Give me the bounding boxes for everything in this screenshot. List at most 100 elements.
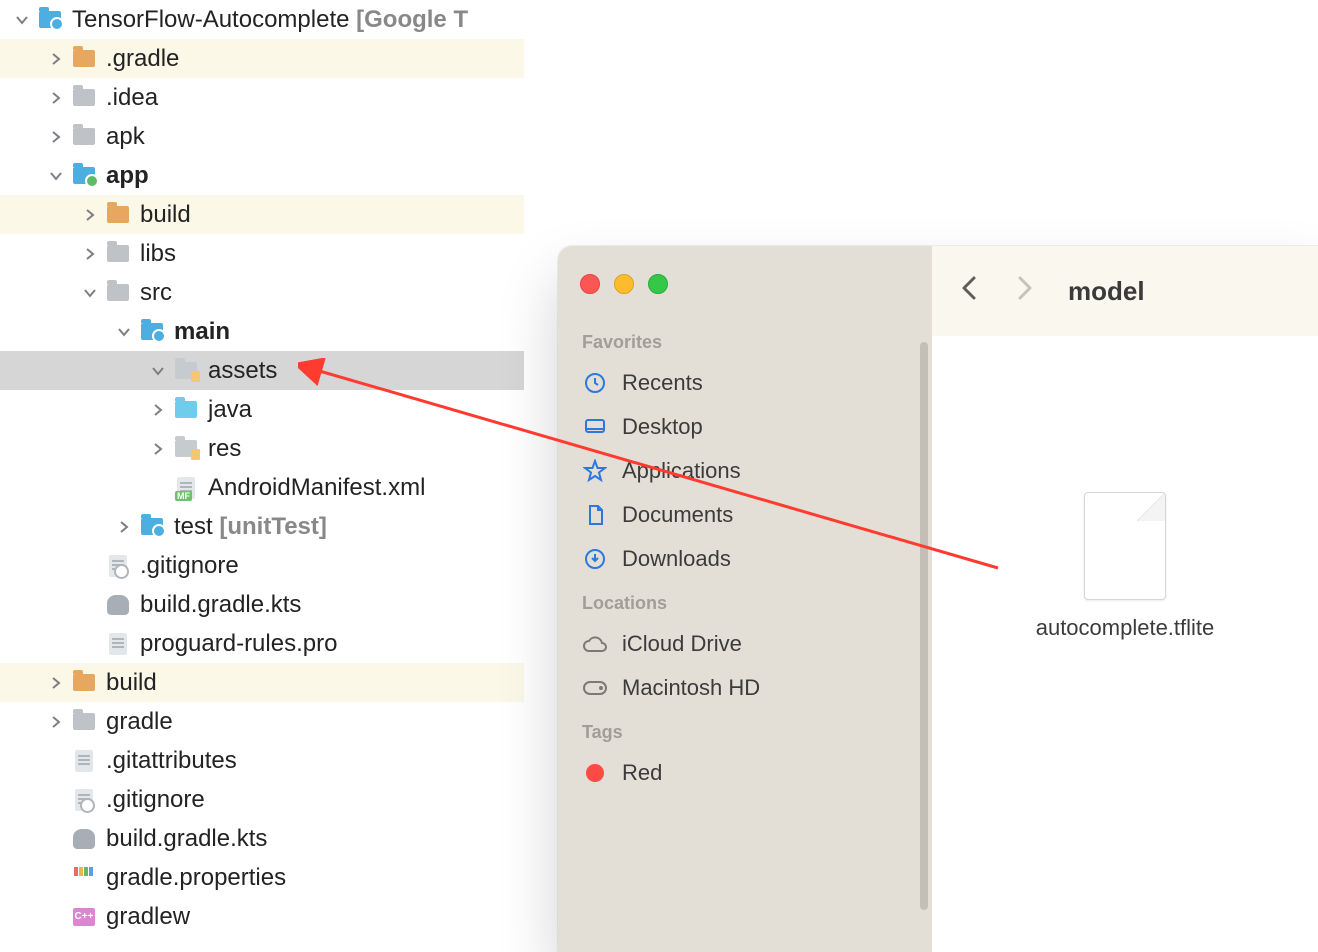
gradle-file-icon	[106, 594, 130, 616]
sidebar-item-downloads[interactable]: Downloads	[580, 537, 910, 581]
tree-item-manifest[interactable]: AndroidManifest.xml	[0, 468, 524, 507]
sidebar-item-tag-red[interactable]: Red	[580, 751, 910, 795]
chevron-down-icon[interactable]	[148, 361, 168, 381]
chevron-right-icon[interactable]	[148, 439, 168, 459]
tree-item-buildgradle2[interactable]: build.gradle.kts	[0, 819, 524, 858]
tree-item-gradleproperties[interactable]: gradle.properties	[0, 858, 524, 897]
tree-item-gradlew[interactable]: C++ gradlew	[0, 897, 524, 936]
tree-item-res[interactable]: res	[0, 429, 524, 468]
folder-icon	[72, 48, 96, 70]
tree-item-gradle2[interactable]: gradle	[0, 702, 524, 741]
finder-title: model	[1068, 276, 1145, 307]
folder-icon	[106, 282, 130, 304]
download-icon	[582, 546, 608, 572]
tree-item-main[interactable]: main	[0, 312, 524, 351]
minimize-window-icon[interactable]	[614, 274, 634, 294]
sidebar-section-favorites: Favorites	[582, 332, 910, 353]
tree-item-src[interactable]: src	[0, 273, 524, 312]
sidebar-item-macintosh[interactable]: Macintosh HD	[580, 666, 910, 710]
tree-item-label: proguard-rules.pro	[140, 630, 337, 658]
close-window-icon[interactable]	[580, 274, 600, 294]
tree-item-label: .gitignore	[106, 786, 205, 814]
tree-item-assets[interactable]: assets	[0, 351, 524, 390]
folder-icon	[106, 204, 130, 226]
tree-item-java[interactable]: java	[0, 390, 524, 429]
chevron-right-icon[interactable]	[46, 49, 66, 69]
sidebar-item-desktop[interactable]: Desktop	[580, 405, 910, 449]
text-file-icon	[72, 750, 96, 772]
tree-item-label: main	[174, 318, 230, 346]
chevron-right-icon[interactable]	[46, 712, 66, 732]
app-module-icon	[72, 165, 96, 187]
tree-item-label: gradlew	[106, 903, 190, 931]
chevron-right-icon[interactable]	[80, 205, 100, 225]
chevron-down-icon[interactable]	[114, 322, 134, 342]
tree-item-gitignore[interactable]: .gitignore	[0, 546, 524, 585]
chevron-right-icon[interactable]	[46, 127, 66, 147]
scrollbar-icon[interactable]	[920, 342, 928, 910]
project-tree[interactable]: TensorFlow-Autocomplete [Google T .gradl…	[0, 0, 524, 936]
tree-item-idea[interactable]: .idea	[0, 78, 524, 117]
tree-item-label: res	[208, 435, 241, 463]
tree-item-label: build.gradle.kts	[140, 591, 301, 619]
tree-item-apk[interactable]: apk	[0, 117, 524, 156]
maximize-window-icon[interactable]	[648, 274, 668, 294]
chevron-right-icon[interactable]	[46, 88, 66, 108]
chevron-right-icon[interactable]	[80, 244, 100, 264]
desktop-icon	[582, 414, 608, 440]
sidebar-item-documents[interactable]: Documents	[580, 493, 910, 537]
tree-item-buildgradle[interactable]: build.gradle.kts	[0, 585, 524, 624]
tree-item-gradle[interactable]: .gradle	[0, 39, 524, 78]
applications-icon	[582, 458, 608, 484]
chevron-right-icon[interactable]	[148, 400, 168, 420]
tree-item-label: gradle	[106, 708, 173, 736]
tree-item-label: .gitignore	[140, 552, 239, 580]
finder-main: model autocomplete.tflite	[932, 246, 1318, 952]
file-label: autocomplete.tflite	[1036, 614, 1215, 643]
file-item[interactable]: autocomplete.tflite	[1005, 492, 1245, 952]
module-folder-icon	[140, 516, 164, 538]
tree-item-label: java	[208, 396, 252, 424]
tree-item-label: .idea	[106, 84, 158, 112]
sidebar-item-label: Macintosh HD	[622, 675, 760, 701]
tree-item-label: gradle.properties	[106, 864, 286, 892]
back-button[interactable]	[960, 274, 980, 309]
tree-item-label: test [unitTest]	[174, 513, 327, 541]
tree-item-label: libs	[140, 240, 176, 268]
tree-item-label: .gradle	[106, 45, 179, 73]
chevron-down-icon[interactable]	[46, 166, 66, 186]
properties-file-icon	[72, 867, 96, 889]
java-folder-icon	[174, 399, 198, 421]
cloud-icon	[582, 631, 608, 657]
tree-item-libs[interactable]: libs	[0, 234, 524, 273]
finder-window[interactable]: Favorites Recents Desktop Applications D…	[558, 246, 1318, 952]
tree-item-gitattributes[interactable]: .gitattributes	[0, 741, 524, 780]
folder-icon	[72, 711, 96, 733]
sidebar-item-applications[interactable]: Applications	[580, 449, 910, 493]
tree-item-app[interactable]: app	[0, 156, 524, 195]
sidebar-item-icloud[interactable]: iCloud Drive	[580, 622, 910, 666]
tree-item-test[interactable]: test [unitTest]	[0, 507, 524, 546]
chevron-down-icon[interactable]	[12, 10, 32, 30]
cpp-file-icon: C++	[72, 906, 96, 928]
resources-folder-icon	[174, 438, 198, 460]
folder-icon	[106, 243, 130, 265]
finder-content[interactable]: autocomplete.tflite	[932, 336, 1318, 952]
tree-item-label: src	[140, 279, 172, 307]
sidebar-item-label: Documents	[622, 502, 733, 528]
tree-item-build[interactable]: build	[0, 195, 524, 234]
tree-item-proguard[interactable]: proguard-rules.pro	[0, 624, 524, 663]
chevron-right-icon[interactable]	[114, 517, 134, 537]
folder-icon	[72, 672, 96, 694]
sidebar-item-label: Red	[622, 760, 662, 786]
chevron-right-icon[interactable]	[46, 673, 66, 693]
sidebar-item-recents[interactable]: Recents	[580, 361, 910, 405]
tree-item-gitignore2[interactable]: .gitignore	[0, 780, 524, 819]
forward-button[interactable]	[1014, 274, 1034, 309]
sidebar-item-label: iCloud Drive	[622, 631, 742, 657]
chevron-down-icon[interactable]	[80, 283, 100, 303]
resources-folder-icon	[174, 360, 198, 382]
tree-item-build2[interactable]: build	[0, 663, 524, 702]
tree-item-label: apk	[106, 123, 145, 151]
tree-root[interactable]: TensorFlow-Autocomplete [Google T	[0, 0, 524, 39]
